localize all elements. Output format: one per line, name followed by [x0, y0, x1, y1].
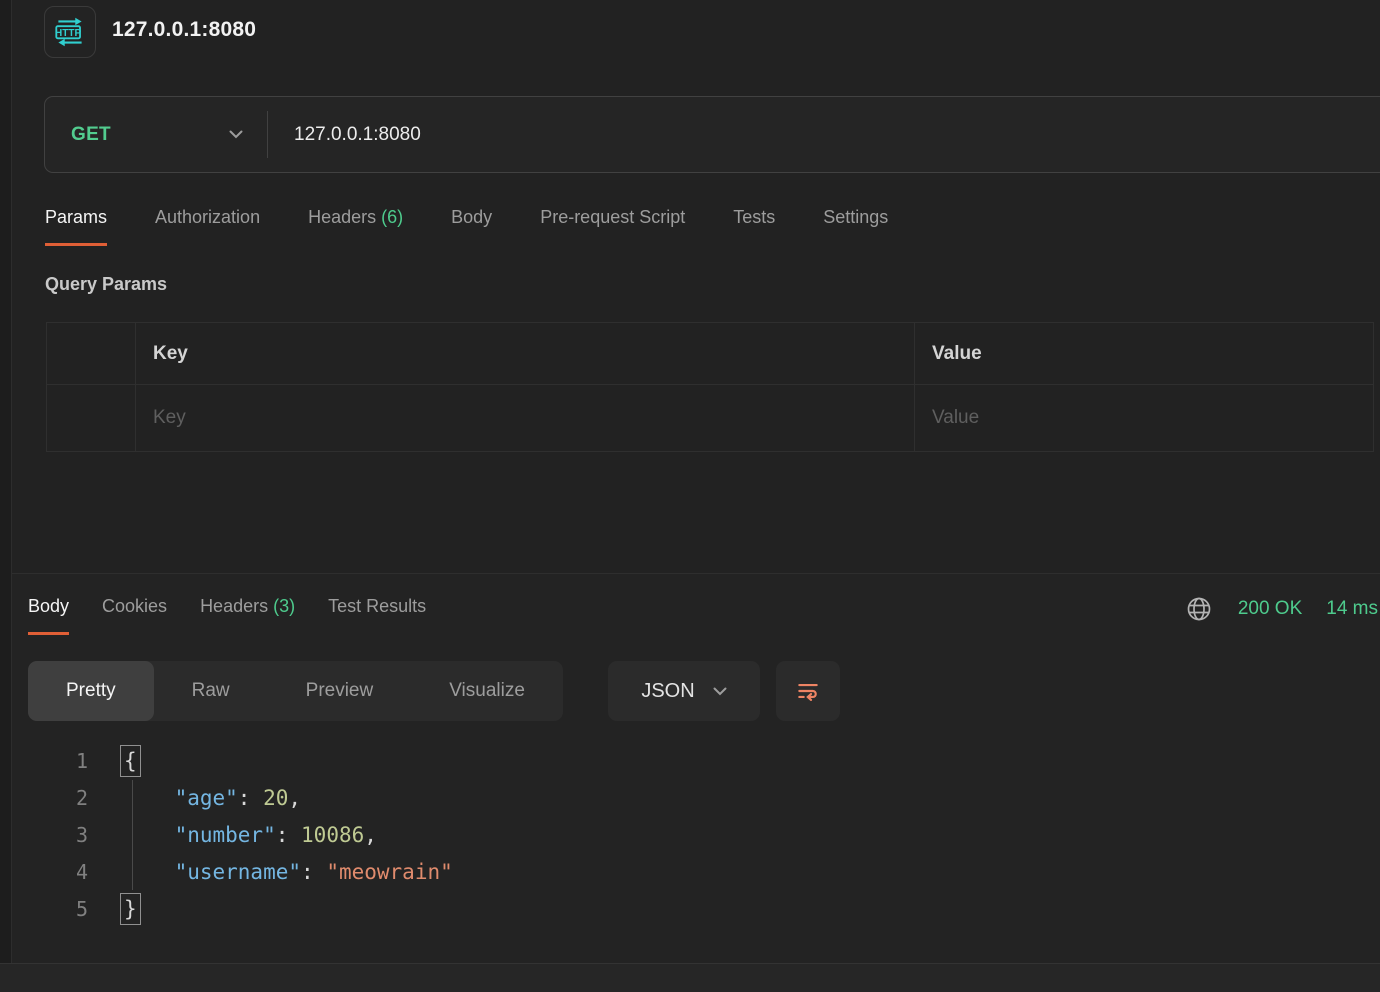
params-key-input[interactable]	[153, 407, 914, 429]
tab-body-label: Body	[451, 207, 492, 227]
url-bar: GET	[44, 96, 1380, 173]
json-key-token: "number"	[175, 823, 276, 847]
response-tab-test-results[interactable]: Test Results	[328, 596, 426, 632]
query-params-title: Query Params	[45, 274, 167, 295]
response-tab-cookies[interactable]: Cookies	[102, 596, 167, 632]
params-value-input[interactable]	[932, 407, 1373, 429]
view-raw[interactable]: Raw	[154, 661, 268, 721]
query-params-table: Key Value	[46, 322, 1374, 452]
wrap-lines-button[interactable]	[776, 661, 840, 721]
view-preview[interactable]: Preview	[268, 661, 412, 721]
code-line: 5 }	[40, 890, 1360, 927]
word-wrap-icon	[795, 678, 821, 704]
tab-settings[interactable]: Settings	[823, 207, 888, 243]
tab-settings-label: Settings	[823, 207, 888, 227]
params-value-cell	[915, 385, 1373, 451]
tab-tests-label: Tests	[733, 207, 775, 227]
json-number-token: 10086	[301, 823, 364, 847]
tab-params[interactable]: Params	[45, 207, 107, 246]
response-tab-test-results-label: Test Results	[328, 596, 426, 616]
svg-text:HTTP: HTTP	[55, 28, 81, 39]
tab-pre-request-script-label: Pre-request Script	[540, 207, 685, 227]
response-view-switcher: Pretty Raw Preview Visualize	[28, 661, 563, 721]
tab-headers-count: (6)	[381, 207, 403, 227]
params-key-cell	[136, 385, 915, 451]
json-string-token: "meowrain"	[326, 860, 452, 884]
response-time-badge[interactable]: 14 ms	[1326, 598, 1378, 620]
tab-authorization-label: Authorization	[155, 207, 260, 227]
response-tab-body-label: Body	[28, 596, 69, 616]
line-number[interactable]: 1	[40, 749, 88, 773]
http-client-window: HTTP 127.0.0.1:8080 GET Params Authoriza…	[0, 0, 1380, 992]
tab-headers-label: Headers	[308, 207, 376, 227]
code-line: 4 "username": "meowrain"	[40, 853, 1360, 890]
response-tab-cookies-label: Cookies	[102, 596, 167, 616]
status-badge[interactable]: 200 OK	[1238, 598, 1302, 620]
url-input[interactable]	[268, 97, 1380, 172]
response-tab-headers-label: Headers	[200, 596, 268, 616]
response-tabs: Body Cookies Headers (3) Test Results	[28, 596, 426, 635]
view-visualize[interactable]: Visualize	[411, 661, 563, 721]
params-row	[47, 384, 1373, 451]
format-dropdown[interactable]: JSON	[608, 661, 760, 721]
params-value-column-header: Value	[915, 323, 1373, 384]
left-rail	[0, 0, 12, 963]
page-title: 127.0.0.1:8080	[112, 18, 256, 42]
tab-headers[interactable]: Headers (6)	[308, 207, 403, 243]
code-line: 1 {	[40, 742, 1360, 779]
response-body-viewer[interactable]: 1 { 2 "age": 20, 3 "number": 10086, 4 "u…	[40, 742, 1360, 927]
response-tab-body[interactable]: Body	[28, 596, 69, 635]
line-number[interactable]: 2	[40, 786, 88, 810]
params-select-column-header	[47, 323, 136, 384]
line-number[interactable]: 3	[40, 823, 88, 847]
params-row-checkbox-cell[interactable]	[47, 385, 136, 451]
chevron-down-icon	[713, 687, 727, 696]
code-line: 3 "number": 10086,	[40, 816, 1360, 853]
chevron-down-icon	[229, 130, 243, 139]
globe-icon[interactable]	[1184, 594, 1214, 624]
format-label: JSON	[641, 680, 694, 703]
line-number[interactable]: 5	[40, 897, 88, 921]
json-key-token: "username"	[175, 860, 301, 884]
tab-tests[interactable]: Tests	[733, 207, 775, 243]
tab-body[interactable]: Body	[451, 207, 492, 243]
response-tab-headers-count: (3)	[273, 596, 295, 616]
response-tab-headers[interactable]: Headers (3)	[200, 596, 295, 632]
tab-authorization[interactable]: Authorization	[155, 207, 260, 243]
open-brace-token: {	[124, 749, 137, 773]
params-key-column-header: Key	[136, 323, 915, 384]
params-header-row: Key Value	[47, 323, 1373, 384]
request-tabs: Params Authorization Headers (6) Body Pr…	[45, 207, 888, 246]
indent-guide	[132, 780, 133, 890]
request-type-badge: HTTP	[44, 6, 96, 58]
json-key-token: "age"	[175, 786, 238, 810]
view-pretty[interactable]: Pretty	[28, 661, 154, 721]
code-line: 2 "age": 20,	[40, 779, 1360, 816]
http-request-icon: HTTP	[51, 13, 89, 51]
method-label: GET	[71, 124, 111, 146]
tab-pre-request-script[interactable]: Pre-request Script	[540, 207, 685, 243]
bottom-status-bar	[0, 963, 1380, 992]
tab-params-label: Params	[45, 207, 107, 227]
close-brace-token: }	[124, 897, 137, 921]
line-number[interactable]: 4	[40, 860, 88, 884]
json-number-token: 20	[263, 786, 288, 810]
method-dropdown[interactable]: GET	[45, 97, 267, 172]
response-meta: 200 OK 14 ms	[1184, 594, 1378, 624]
